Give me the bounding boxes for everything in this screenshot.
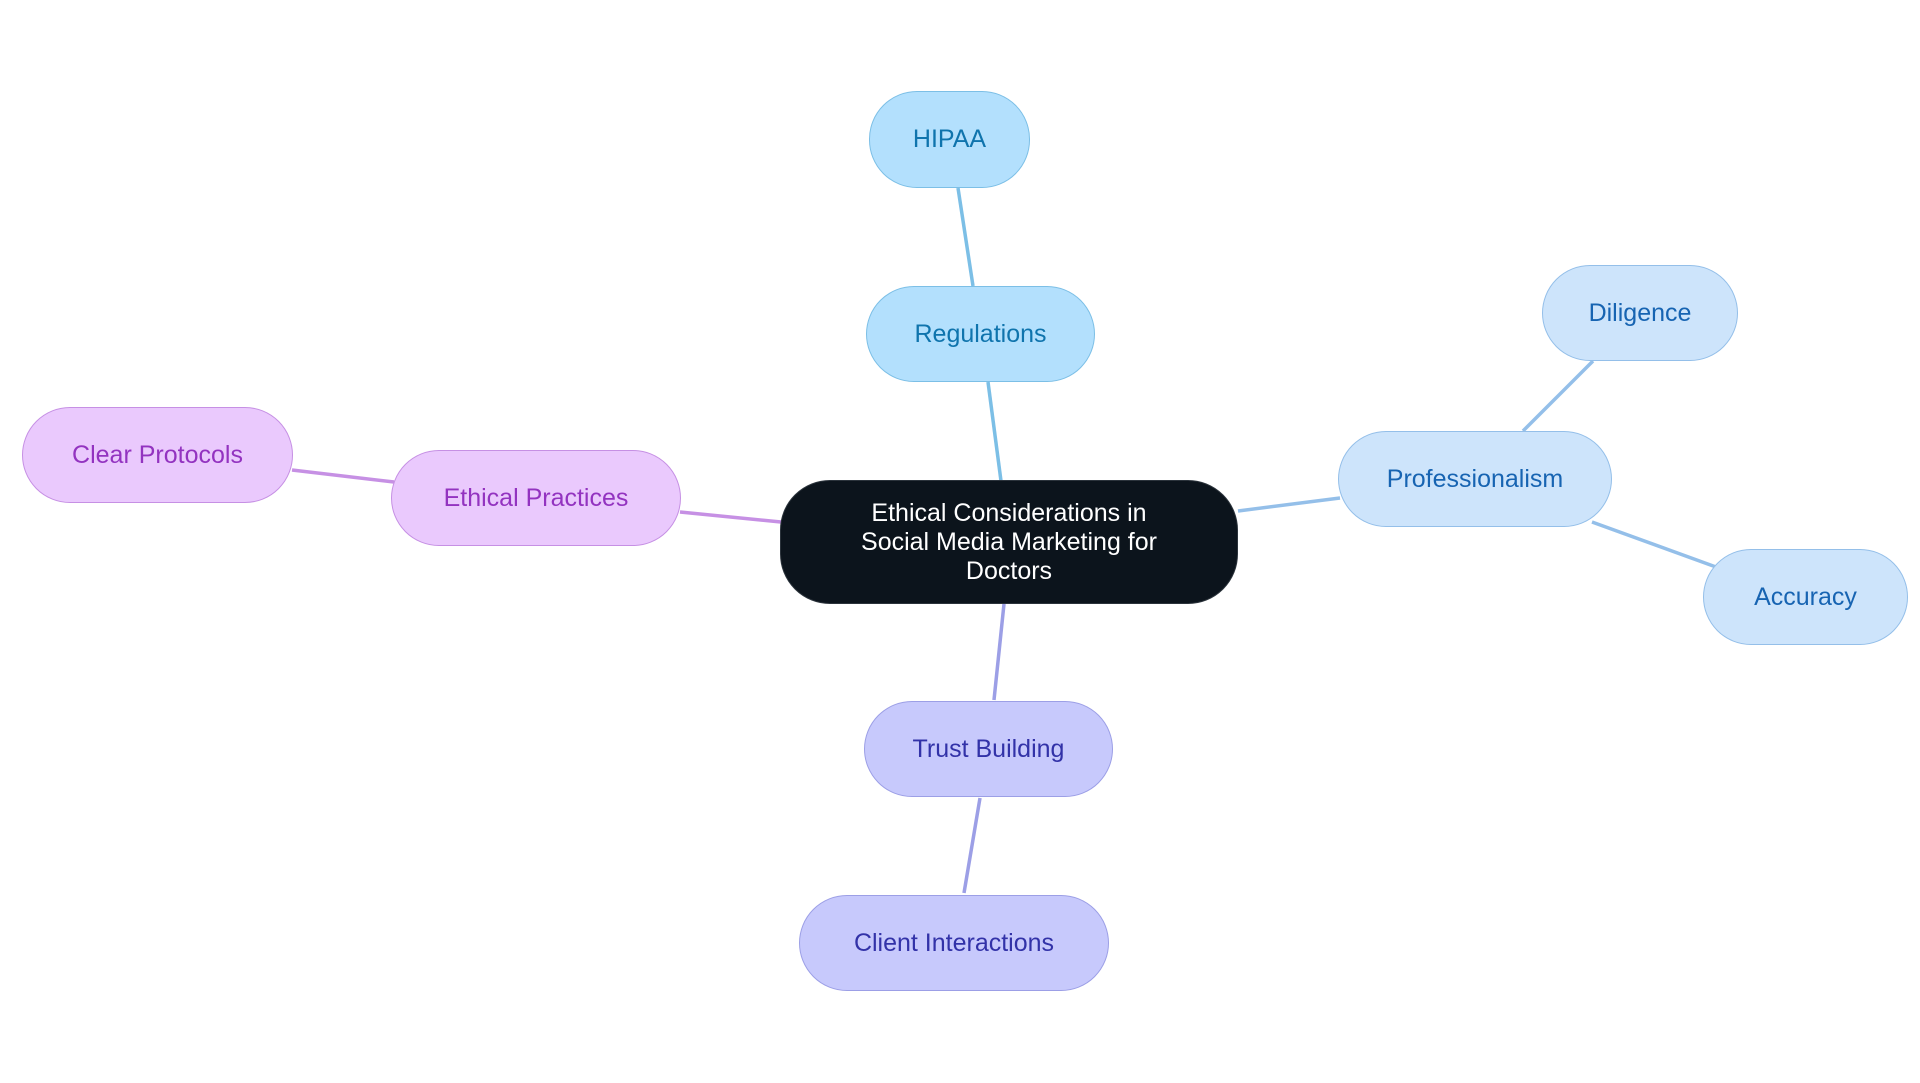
node-hipaa[interactable]: HIPAA bbox=[869, 91, 1030, 188]
edge-regulations-hipaa bbox=[956, 187, 975, 287]
node-clear-protocols-label: Clear Protocols bbox=[72, 440, 243, 469]
node-hipaa-label: HIPAA bbox=[912, 125, 987, 153]
node-diligence[interactable]: Diligence bbox=[1542, 265, 1738, 361]
edge-root-regulations bbox=[986, 381, 1003, 482]
edge-root-ethical-practices bbox=[679, 510, 782, 524]
node-client-interactions[interactable]: Client Interactions bbox=[799, 895, 1109, 991]
node-clear-protocols[interactable]: Clear Protocols bbox=[22, 407, 293, 503]
node-diligence-label: Diligence bbox=[1588, 298, 1692, 327]
node-regulations[interactable]: Regulations bbox=[866, 286, 1095, 382]
edge-root-trust-building bbox=[992, 603, 1006, 701]
node-ethical-practices[interactable]: Ethical Practices bbox=[391, 450, 681, 546]
node-trust-building-label: Trust Building bbox=[912, 734, 1065, 763]
node-trust-building[interactable]: Trust Building bbox=[864, 701, 1113, 797]
node-professionalism[interactable]: Professionalism bbox=[1338, 431, 1612, 527]
node-accuracy-label: Accuracy bbox=[1754, 582, 1857, 611]
node-client-interactions-label: Client Interactions bbox=[853, 928, 1055, 957]
root-node-label: Ethical Considerations in Social Media M… bbox=[861, 498, 1157, 585]
edge-professionalism-diligence bbox=[1521, 359, 1595, 433]
node-ethical-practices-label: Ethical Practices bbox=[443, 483, 629, 512]
node-regulations-label: Regulations bbox=[914, 319, 1047, 348]
root-node[interactable]: Ethical Considerations in Social Media M… bbox=[780, 480, 1238, 604]
edge-trust-building-client-interactions bbox=[962, 797, 982, 894]
edge-professionalism-accuracy bbox=[1591, 520, 1717, 569]
node-professionalism-label: Professionalism bbox=[1386, 464, 1564, 493]
node-accuracy[interactable]: Accuracy bbox=[1703, 549, 1908, 645]
edge-ethical-practices-clear-protocols bbox=[291, 468, 395, 484]
edge-root-professionalism bbox=[1237, 496, 1341, 513]
